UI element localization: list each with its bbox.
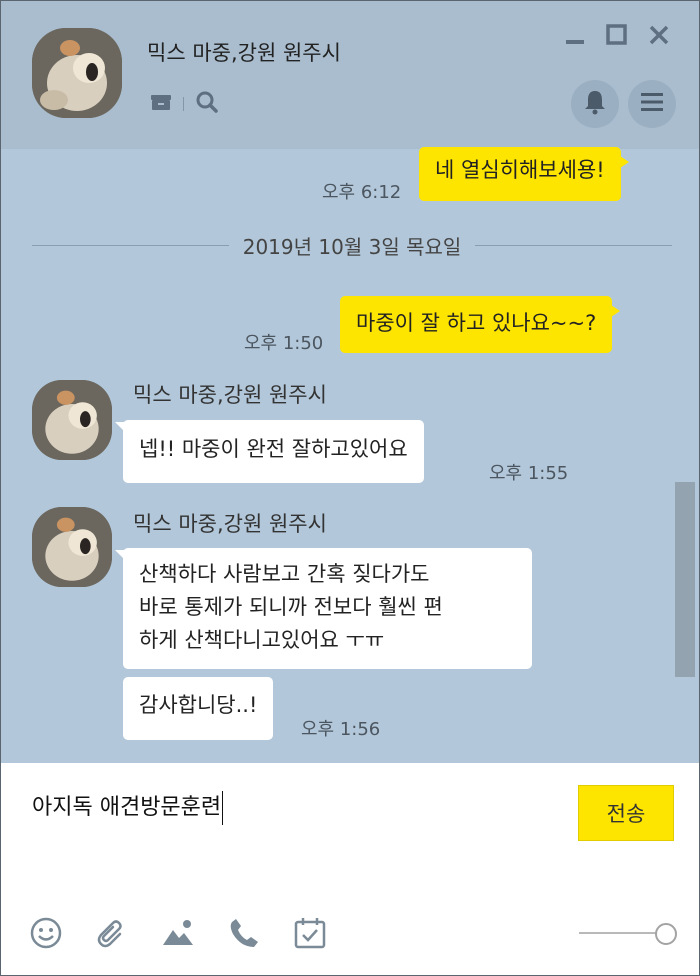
header-tools bbox=[149, 91, 220, 117]
chat-window: 믹스 마중,강원 원주시 네 열심히해보세용! 오후 6:12 2019년 10… bbox=[0, 0, 700, 976]
notification-button[interactable] bbox=[571, 80, 619, 128]
header-tools-divider bbox=[183, 97, 184, 111]
menu-button[interactable] bbox=[628, 80, 676, 128]
sender-name: 믹스 마중,강원 원주시 bbox=[133, 512, 327, 536]
attachment-icon[interactable] bbox=[94, 915, 130, 951]
slider-thumb[interactable] bbox=[655, 923, 677, 945]
message-time: 오후 1:56 bbox=[301, 719, 381, 740]
emoji-icon[interactable] bbox=[28, 915, 64, 951]
message-time: 오후 1:50 bbox=[244, 333, 324, 354]
divider-line-right bbox=[475, 244, 673, 246]
minimize-icon[interactable] bbox=[563, 23, 587, 47]
message-line: 바로 통제가 되니까 전보다 훨씬 편 bbox=[139, 595, 443, 619]
sender-avatar[interactable] bbox=[32, 380, 112, 460]
opacity-slider[interactable] bbox=[579, 922, 677, 945]
scrollbar-thumb[interactable] bbox=[675, 482, 695, 677]
profile-avatar[interactable] bbox=[32, 28, 122, 118]
menu-icon bbox=[641, 92, 663, 116]
date-divider: 2019년 10월 3일 목요일 bbox=[32, 231, 673, 259]
their-message-bubble[interactable]: 감사합니당..! bbox=[123, 677, 274, 740]
search-icon[interactable] bbox=[194, 89, 220, 119]
my-message-bubble[interactable]: 네 열심히해보세용! bbox=[419, 147, 629, 201]
my-message-bubble[interactable]: 마중이 잘 하고 있나요~~? bbox=[340, 296, 621, 353]
message-input-area: 아지독 애견방문훈련 전송 bbox=[1, 763, 699, 975]
phone-icon[interactable] bbox=[226, 915, 262, 951]
chat-title: 믹스 마중,강원 원주시 bbox=[147, 41, 341, 65]
sender-avatar[interactable] bbox=[32, 507, 112, 587]
message-input[interactable]: 아지독 애견방문훈련 bbox=[32, 791, 224, 825]
archive-icon[interactable] bbox=[149, 90, 173, 118]
message-time: 오후 6:12 bbox=[322, 182, 402, 203]
bell-icon bbox=[583, 89, 607, 119]
input-toolbar bbox=[28, 915, 328, 951]
their-message-bubble[interactable]: 산책하다 사람보고 간혹 짖다가도 바로 통제가 되니까 전보다 훨씬 편 하게… bbox=[115, 548, 532, 669]
maximize-icon[interactable] bbox=[605, 23, 629, 47]
message-line: 하게 산책다니고있어요 ㅜㅠ bbox=[139, 628, 385, 652]
send-button[interactable]: 전송 bbox=[578, 785, 674, 841]
chat-header: 믹스 마중,강원 원주시 bbox=[1, 1, 699, 149]
their-message-bubble[interactable]: 넵!! 마중이 완전 잘하고있어요 bbox=[115, 420, 424, 483]
image-icon[interactable] bbox=[160, 915, 196, 951]
close-icon[interactable] bbox=[647, 23, 671, 47]
message-line: 산책하다 사람보고 간혹 짖다가도 bbox=[139, 562, 430, 586]
slider-track bbox=[579, 932, 659, 934]
date-text: 2019년 10월 3일 목요일 bbox=[242, 234, 462, 259]
message-time: 오후 1:55 bbox=[489, 463, 569, 484]
calendar-icon[interactable] bbox=[292, 915, 328, 951]
window-controls bbox=[563, 23, 671, 47]
sender-name: 믹스 마중,강원 원주시 bbox=[133, 383, 327, 407]
divider-line-left bbox=[32, 244, 229, 246]
